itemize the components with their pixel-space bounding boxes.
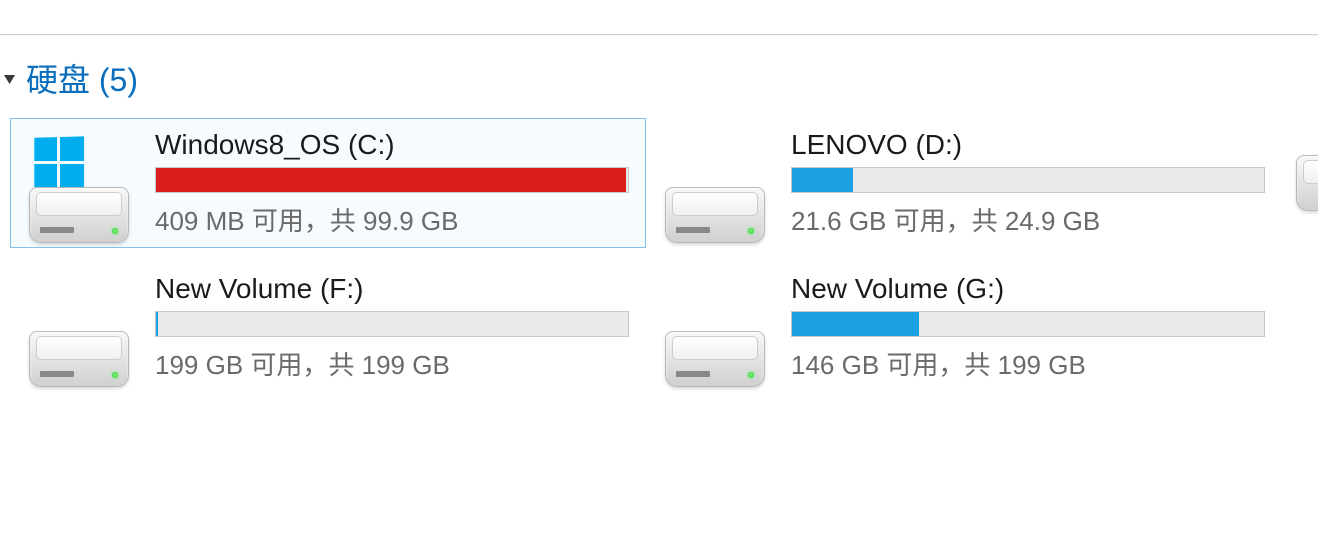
usage-bar — [155, 167, 629, 193]
drive-item-f[interactable]: New Volume (F:) 199 GB 可用，共 199 GB — [10, 262, 646, 392]
usage-fill — [792, 168, 853, 192]
usage-bar — [791, 311, 1265, 337]
drive-info: LENOVO (D:) 21.6 GB 可用，共 24.9 GB — [775, 129, 1273, 238]
usage-fill — [156, 168, 626, 192]
usage-fill — [792, 312, 919, 336]
drive-free-text: 146 GB 可用，共 199 GB — [791, 345, 1273, 382]
drive-name: LENOVO (D:) — [791, 129, 1273, 161]
usage-bar — [155, 311, 629, 337]
drive-info: New Volume (G:) 146 GB 可用，共 199 GB — [775, 273, 1273, 382]
drive-name: New Volume (G:) — [791, 273, 1273, 305]
drive-item-partial[interactable] — [1288, 118, 1318, 248]
section-title: 硬盘 (5) — [26, 55, 138, 101]
drive-info: New Volume (F:) 199 GB 可用，共 199 GB — [139, 273, 637, 382]
usage-bar — [791, 167, 1265, 193]
hard-drive-icon — [665, 187, 765, 243]
collapse-triangle-icon[interactable] — [2, 70, 18, 86]
drive-name: New Volume (F:) — [155, 273, 637, 305]
drive-free-text: 21.6 GB 可用，共 24.9 GB — [791, 201, 1273, 238]
drive-item-d[interactable]: LENOVO (D:) 21.6 GB 可用，共 24.9 GB — [646, 118, 1282, 248]
drive-name: Windows8_OS (C:) — [155, 129, 637, 161]
top-divider — [0, 34, 1318, 35]
drives-grid: Windows8_OS (C:) 409 MB 可用，共 99.9 GB LEN… — [10, 118, 1318, 406]
hard-drive-icon — [665, 331, 765, 387]
drive-item-c[interactable]: Windows8_OS (C:) 409 MB 可用，共 99.9 GB — [10, 118, 646, 248]
drive-icon — [19, 267, 139, 387]
drive-free-text: 199 GB 可用，共 199 GB — [155, 345, 637, 382]
hard-drive-icon — [1296, 155, 1318, 211]
hard-drive-icon — [29, 187, 129, 243]
usage-fill — [156, 312, 158, 336]
drive-icon — [655, 123, 775, 243]
drive-icon — [19, 123, 139, 243]
drive-info: Windows8_OS (C:) 409 MB 可用，共 99.9 GB — [139, 129, 637, 238]
section-header[interactable]: 硬盘 (5) — [0, 55, 138, 101]
windows-logo-icon — [33, 137, 87, 191]
hard-drive-icon — [29, 331, 129, 387]
drive-free-text: 409 MB 可用，共 99.9 GB — [155, 201, 637, 238]
drive-icon — [655, 267, 775, 387]
drive-item-g[interactable]: New Volume (G:) 146 GB 可用，共 199 GB — [646, 262, 1282, 392]
